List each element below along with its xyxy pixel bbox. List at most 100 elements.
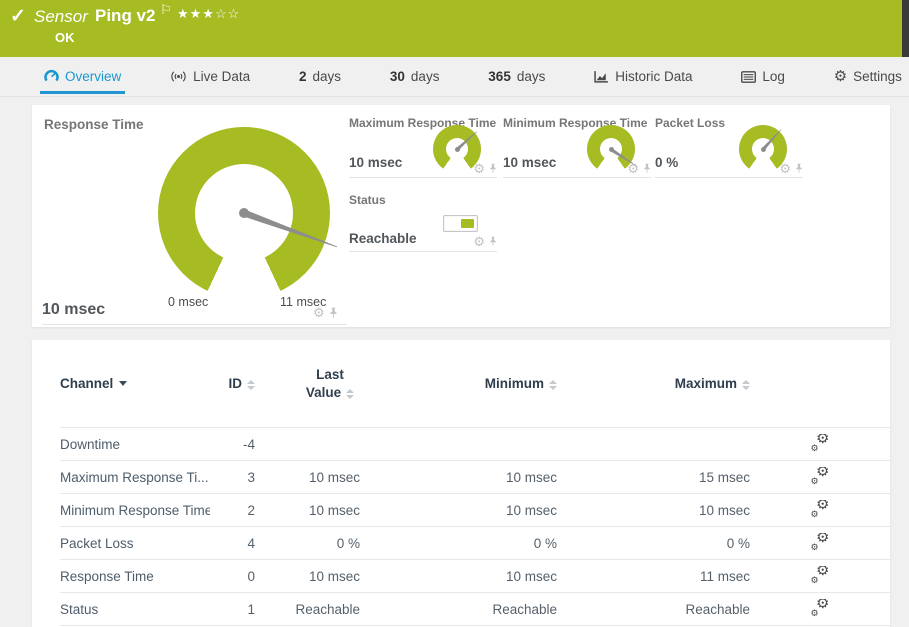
tab-label: Settings (853, 69, 902, 84)
channel-id: 4 (210, 536, 255, 551)
tab-historic-data[interactable]: Historic Data (590, 62, 696, 94)
column-header-last-value[interactable]: Last Value (255, 366, 360, 401)
live-signal-icon (170, 70, 187, 83)
channel-minimum: 10 msec (360, 470, 557, 485)
max-response-time-value: 10 msec (349, 155, 402, 170)
channel-minimum: 10 msec (360, 569, 557, 584)
channel-maximum: 11 msec (557, 569, 750, 584)
sort-icon (742, 380, 750, 390)
sensor-status-text: OK (55, 30, 75, 45)
status-title: Status (349, 193, 386, 207)
tab-label: days (411, 69, 440, 84)
channel-minimum: 10 msec (360, 503, 557, 518)
channel-id: 3 (210, 470, 255, 485)
tab-365-days[interactable]: 365 days (484, 62, 549, 94)
column-header-channel[interactable]: Channel (60, 376, 210, 391)
pin-icon[interactable] (795, 163, 803, 174)
pin-icon[interactable] (329, 307, 338, 319)
gauge-scale-min: 0 msec (168, 295, 208, 309)
gear-icon: ⚙ (811, 510, 819, 519)
gear-icon: ⚙ (811, 609, 819, 618)
packet-loss-block: Packet Loss 0 % ⚙ (655, 105, 803, 265)
tab-number: 365 (488, 69, 511, 84)
sort-caret-icon (119, 381, 127, 386)
channel-name: Status (60, 602, 210, 617)
pin-icon[interactable] (489, 163, 497, 174)
table-row: Maximum Response Ti... 3 10 msec 10 msec… (60, 461, 890, 494)
tab-live-data[interactable]: Live Data (166, 62, 254, 94)
channel-last-value: 0 % (255, 536, 360, 551)
tab-label: Historic Data (615, 69, 692, 84)
tab-number: 2 (299, 69, 307, 84)
object-kind-label: Sensor (34, 7, 88, 27)
channel-settings-icon[interactable]: ⚙ ⚙ (811, 599, 830, 616)
channel-settings-icon[interactable]: ⚙ ⚙ (811, 533, 830, 550)
channel-table-panel: Channel ID Last Value Minimum Maximum Do… (32, 340, 890, 627)
divider (503, 177, 651, 178)
channel-id: 2 (210, 503, 255, 518)
divider (655, 177, 803, 178)
max-response-time-block: Maximum Response Time 10 msec ⚙ Status R… (349, 105, 497, 265)
sort-icon (346, 389, 354, 399)
gauge-settings-icon[interactable]: ⚙ (473, 235, 485, 248)
channel-maximum: 0 % (557, 536, 750, 551)
table-row: Packet Loss 4 0 % 0 % 0 % ⚙ ⚙ (60, 527, 890, 560)
log-list-icon (741, 71, 756, 83)
tab-overview[interactable]: Overview (40, 62, 125, 94)
gauge-settings-icon[interactable]: ⚙ (313, 306, 325, 319)
tab-settings[interactable]: ⚙ Settings (830, 62, 906, 94)
gauge-needle-hub (455, 147, 460, 152)
channel-settings-icon[interactable]: ⚙ ⚙ (811, 566, 830, 583)
gauge-settings-icon[interactable]: ⚙ (627, 162, 639, 175)
gauge-settings-icon[interactable]: ⚙ (779, 162, 791, 175)
channel-id: 1 (210, 602, 255, 617)
tab-label: days (313, 69, 342, 84)
gear-icon: ⚙ (811, 543, 819, 552)
tab-bar: Overview Live Data 2 days 30 days 365 da… (0, 62, 909, 97)
table-header-row: Channel ID Last Value Minimum Maximum (60, 340, 890, 428)
gauge-title: Minimum Response Time (503, 116, 647, 130)
channel-id: -4 (210, 437, 255, 452)
response-time-value: 10 msec (42, 301, 105, 319)
priority-stars[interactable]: ★★★☆☆ (177, 6, 240, 22)
column-header-minimum[interactable]: Minimum (360, 376, 557, 391)
column-header-maximum[interactable]: Maximum (557, 376, 750, 391)
channel-settings-icon[interactable]: ⚙ ⚙ (811, 434, 830, 451)
pin-icon[interactable] (643, 163, 651, 174)
gear-icon: ⚙ (811, 576, 819, 585)
priority-flag-icon[interactable]: ⚐ (160, 2, 172, 18)
overview-gauges-panel: Response Time 0 msec 11 msec 10 msec ⚙ M… (32, 105, 890, 327)
gauge-needle-hub (609, 147, 614, 152)
channel-settings-icon[interactable]: ⚙ ⚙ (811, 467, 830, 484)
gauge-title: Packet Loss (655, 116, 725, 130)
column-header-id[interactable]: ID (210, 376, 255, 391)
table-row: Response Time 0 10 msec 10 msec 11 msec … (60, 560, 890, 593)
gauge-needle-hub (761, 147, 766, 152)
tab-log[interactable]: Log (737, 62, 789, 94)
tab-label: Overview (65, 69, 121, 84)
channel-name: Response Time (60, 569, 210, 584)
tab-2-days[interactable]: 2 days (295, 62, 345, 94)
channel-last-value: 10 msec (255, 503, 360, 518)
tab-label: Log (762, 69, 785, 84)
gauge-icon (44, 69, 59, 84)
table-row: Minimum Response Time 2 10 msec 10 msec … (60, 494, 890, 527)
area-chart-icon (594, 70, 609, 83)
tab-30-days[interactable]: 30 days (386, 62, 444, 94)
gauge-needle-hub (239, 208, 249, 218)
gauge-settings-icon[interactable]: ⚙ (473, 162, 485, 175)
channel-maximum: 10 msec (557, 503, 750, 518)
sensor-title: Ping v2 (95, 6, 155, 26)
pin-icon[interactable] (489, 236, 497, 247)
tab-label: days (517, 69, 546, 84)
status-indicator-knob (461, 219, 474, 228)
channel-settings-icon[interactable]: ⚙ ⚙ (811, 500, 830, 517)
sort-icon (549, 380, 557, 390)
tab-number: 30 (390, 69, 405, 84)
channel-name: Minimum Response Time (60, 503, 210, 518)
channel-last-value: 10 msec (255, 569, 360, 584)
packet-loss-value: 0 % (655, 155, 678, 170)
gear-icon: ⚙ (811, 444, 819, 453)
channel-last-value: Reachable (255, 602, 360, 617)
channel-name: Packet Loss (60, 536, 210, 551)
